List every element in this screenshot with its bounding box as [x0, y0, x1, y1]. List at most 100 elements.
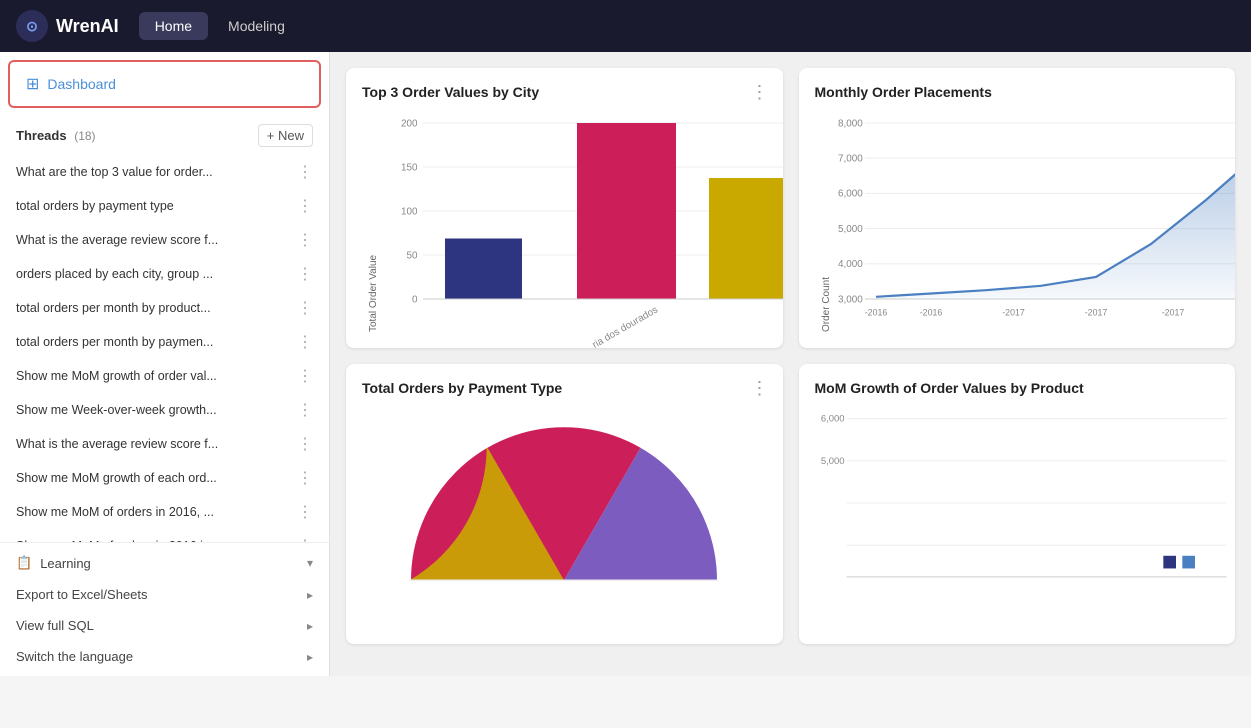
dashboard-icon: ⊞	[26, 74, 39, 94]
learning-label: Learning	[40, 556, 91, 571]
logo-icon: ⊙	[16, 10, 48, 42]
threads-title-area: Threads (18)	[16, 128, 96, 143]
svg-text:200: 200	[401, 118, 418, 129]
thread-item-menu[interactable]: ⋮	[297, 196, 313, 216]
svg-text:-2016: -2016	[864, 308, 887, 318]
thread-item[interactable]: total orders per month by product... ⋮	[0, 291, 329, 325]
thread-item-menu[interactable]: ⋮	[297, 366, 313, 386]
chart-payment-title: Total Orders by Payment Type	[362, 380, 767, 396]
chart-payment-menu[interactable]: ⋮	[751, 378, 769, 399]
mom-chart-svg: 6,000 5,000	[815, 408, 1236, 598]
thread-item[interactable]: total orders per month by paymen... ⋮	[0, 325, 329, 359]
thread-list: What are the top 3 value for order...⋮to…	[0, 155, 329, 542]
thread-item-menu[interactable]: ⋮	[297, 400, 313, 420]
thread-item[interactable]: Show me MoM of orders in 2016, ... ⋮	[0, 495, 329, 529]
chart-top3-menu[interactable]: ⋮	[751, 82, 769, 103]
thread-item-menu[interactable]: ⋮	[297, 502, 313, 522]
thread-item[interactable]: What is the average review score f... ⋮	[0, 427, 329, 461]
thread-text: Show me MoM growth of order val...	[16, 369, 293, 383]
chart-monthly-orders: Monthly Order Placements Order Count 8,0…	[799, 68, 1236, 348]
footer-learning[interactable]: 📋 Learning ▾	[0, 547, 329, 579]
svg-text:6,000: 6,000	[820, 414, 844, 425]
dashboard-item[interactable]: ⊞ Dashboard	[8, 60, 321, 108]
svg-text:8,000: 8,000	[838, 118, 863, 129]
pie-chart-svg	[394, 408, 734, 598]
thread-text: What is the average review score f...	[16, 233, 293, 247]
footer-export[interactable]: Export to Excel/Sheets ▸	[0, 579, 329, 610]
thread-item-menu[interactable]: ⋮	[297, 230, 313, 250]
logo: ⊙ WrenAI	[16, 10, 119, 42]
thread-text: What are the top 3 value for order...	[16, 165, 293, 179]
y-axis-label-top3: Total Order Value	[362, 112, 379, 332]
chevron-right-icon-lang: ▸	[307, 650, 313, 664]
chart-mom-growth: MoM Growth of Order Values by Product 6,…	[799, 364, 1236, 644]
thread-text: total orders per month by product...	[16, 301, 293, 315]
thread-text: Show me Week-over-week growth...	[16, 403, 293, 417]
thread-item[interactable]: Show me Week-over-week growth... ⋮	[0, 393, 329, 427]
chevron-right-icon-export: ▸	[307, 588, 313, 602]
thread-text: Show me MoM of orders in 2016, ...	[16, 505, 293, 519]
svg-text:50: 50	[406, 250, 418, 261]
thread-item[interactable]: What is the average review score f... ⋮	[0, 223, 329, 257]
chart-mom-title: MoM Growth of Order Values by Product	[815, 380, 1220, 396]
export-label: Export to Excel/Sheets	[16, 587, 148, 602]
svg-text:-2017: -2017	[1002, 308, 1025, 318]
tab-home[interactable]: Home	[139, 12, 208, 40]
learning-icon: 📋	[16, 555, 32, 571]
thread-item-menu[interactable]: ⋮	[297, 332, 313, 352]
thread-text: What is the average review score f...	[16, 437, 293, 451]
chart-top3-orders: Top 3 Order Values by City ⋮ Total Order…	[346, 68, 783, 348]
thread-item[interactable]: Show me MoM of orders in 2016 i...⋮	[0, 529, 329, 542]
svg-text:5,000: 5,000	[838, 224, 863, 235]
app-name: WrenAI	[56, 16, 119, 37]
dashboard-label: Dashboard	[47, 76, 116, 92]
thread-item-menu[interactable]: ⋮	[297, 162, 313, 182]
top-navigation: ⊙ WrenAI Home Modeling	[0, 0, 1251, 52]
y-axis-label-monthly: Order Count	[815, 112, 832, 332]
thread-item[interactable]: total orders by payment type ⋮	[0, 189, 329, 223]
threads-header: Threads (18) + New	[0, 116, 329, 155]
line-chart-svg: 8,000 7,000 6,000 5,000 4,000 3,000	[832, 112, 1236, 332]
svg-text:4,000: 4,000	[838, 259, 863, 270]
view-sql-label: View full SQL	[16, 618, 94, 633]
thread-item-menu[interactable]: ⋮	[297, 434, 313, 454]
svg-text:3,000: 3,000	[838, 294, 863, 305]
threads-count: (18)	[74, 129, 95, 143]
chart-payment-type: Total Orders by Payment Type ⋮	[346, 364, 783, 644]
svg-text:0: 0	[412, 294, 418, 305]
bar-chart-svg: 200 150 100 50 0 ria dos dourados	[379, 112, 783, 332]
nav-tabs: Home Modeling	[139, 12, 301, 40]
thread-text: Show me MoM growth of each ord...	[16, 471, 293, 485]
svg-text:5,000: 5,000	[820, 456, 844, 467]
thread-item[interactable]: What are the top 3 value for order... ⋮	[0, 155, 329, 189]
sidebar: ⊞ Dashboard Threads (18) + New What are …	[0, 52, 330, 676]
main-content: Top 3 Order Values by City ⋮ Total Order…	[330, 52, 1251, 676]
app-layout: ⊞ Dashboard Threads (18) + New What are …	[0, 52, 1251, 676]
thread-text: total orders per month by paymen...	[16, 335, 293, 349]
thread-item-menu[interactable]: ⋮	[297, 264, 313, 284]
svg-text:-2017: -2017	[1161, 308, 1184, 318]
thread-item-menu[interactable]: ⋮	[297, 468, 313, 488]
svg-text:6,000: 6,000	[838, 189, 863, 200]
svg-text:100: 100	[401, 206, 418, 217]
thread-item[interactable]: Show me MoM growth of order val... ⋮	[0, 359, 329, 393]
thread-text: total orders by payment type	[16, 199, 293, 213]
chart-top3-title: Top 3 Order Values by City	[362, 84, 767, 100]
thread-text: orders placed by each city, group ...	[16, 267, 293, 281]
switch-language-label: Switch the language	[16, 649, 133, 664]
tab-modeling[interactable]: Modeling	[212, 12, 301, 40]
thread-item[interactable]: orders placed by each city, group ... ⋮	[0, 257, 329, 291]
thread-item[interactable]: Show me MoM growth of each ord... ⋮	[0, 461, 329, 495]
chevron-down-icon: ▾	[307, 556, 313, 570]
svg-text:7,000: 7,000	[838, 154, 863, 165]
thread-item-menu[interactable]: ⋮	[297, 298, 313, 318]
footer-view-sql[interactable]: View full SQL ▸	[0, 610, 329, 641]
chart-monthly-title: Monthly Order Placements	[815, 84, 1220, 100]
sidebar-footer: 📋 Learning ▾ Export to Excel/Sheets ▸ Vi…	[0, 542, 329, 676]
new-thread-button[interactable]: + New	[258, 124, 313, 147]
svg-text:-2016: -2016	[919, 308, 942, 318]
svg-text:150: 150	[401, 162, 418, 173]
svg-text:-2017: -2017	[1084, 308, 1107, 318]
chevron-right-icon-sql: ▸	[307, 619, 313, 633]
footer-switch-language[interactable]: Switch the language ▸	[0, 641, 329, 672]
